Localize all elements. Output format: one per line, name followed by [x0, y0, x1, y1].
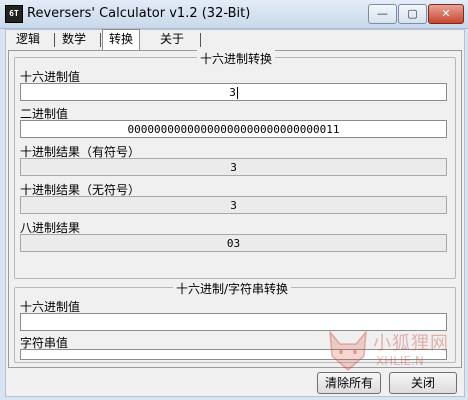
tab-math[interactable]: 数学 — [56, 30, 92, 48]
tab-logic[interactable]: 逻辑 — [10, 30, 46, 48]
maximize-button[interactable]: ▢ — [398, 4, 427, 24]
tab-separator — [200, 33, 201, 47]
app-icon[interactable]: 6T — [5, 5, 23, 23]
hex-value-text: 3 — [229, 86, 236, 99]
tab-separator — [100, 33, 101, 47]
string-convert-group: 十六进制/字符串转换 十六进制值 字符串值 — [14, 280, 456, 363]
tab-strip: 逻辑 数学 转换 关于 — [6, 29, 464, 51]
minimize-button[interactable]: — — [368, 4, 397, 24]
tab-separator — [54, 33, 55, 47]
hex-convert-group-title: 十六进制转换 — [197, 50, 276, 67]
string-convert-group-title: 十六进制/字符串转换 — [173, 280, 292, 297]
title-bar[interactable]: 6T Reversers' Calculator v1.2 (32-Bit) —… — [0, 0, 468, 29]
close-icon: ✕ — [441, 7, 451, 20]
decimal-signed-field[interactable]: 3 — [20, 158, 447, 176]
minimize-icon: — — [377, 7, 388, 20]
octal-result-field[interactable]: 03 — [20, 234, 447, 252]
string-hex-value-input[interactable] — [20, 313, 447, 331]
decimal-unsigned-field[interactable]: 3 — [20, 196, 447, 214]
tab-about[interactable]: 关于 — [154, 30, 190, 48]
text-caret — [236, 87, 238, 99]
close-button[interactable]: 关闭 — [389, 372, 457, 394]
tab-convert[interactable]: 转换 — [102, 29, 141, 51]
clear-all-button[interactable]: 清除所有 — [317, 372, 381, 394]
hex-convert-group: 十六进制转换 十六进制值 3 二进制值 00000000000000000000… — [14, 50, 456, 279]
maximize-icon: ▢ — [407, 7, 418, 20]
string-value-input[interactable] — [20, 349, 447, 360]
tab-pane-convert: 十六进制转换 十六进制值 3 二进制值 00000000000000000000… — [8, 50, 462, 368]
hex-value-input[interactable]: 3 — [20, 83, 447, 101]
binary-value-field[interactable]: 00000000000000000000000000000011 — [20, 120, 447, 138]
close-window-button[interactable]: ✕ — [428, 4, 464, 24]
window-title: Reversers' Calculator v1.2 (32-Bit) — [27, 6, 251, 21]
client-area: 逻辑 数学 转换 关于 十六进制转换 十六进制值 3 二进制值 00000000… — [5, 29, 465, 397]
